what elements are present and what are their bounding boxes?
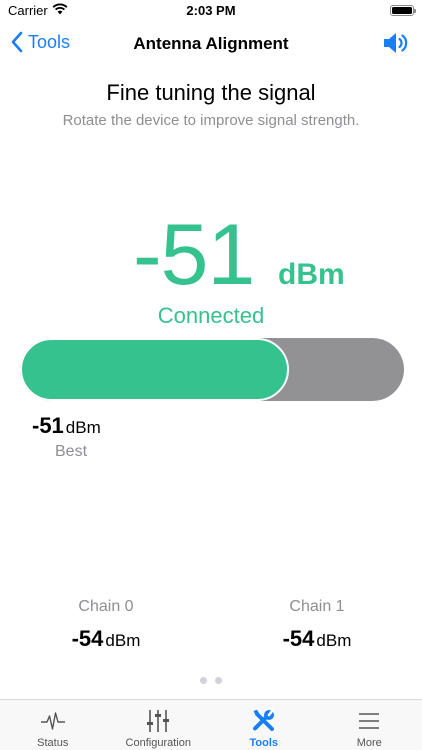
best-signal-value: -51 [32,413,64,438]
page-dot [215,677,222,684]
sliders-icon [147,710,170,732]
clock-time: 2:03 PM [186,3,236,18]
chain-1-reading: -54 dBm [237,626,397,652]
chain-1-label: Chain 1 [289,598,345,615]
chain-1: Chain 1 -54 dBm [237,598,397,652]
tab-more-label: More [356,737,382,749]
tab-tools[interactable]: Tools [211,700,317,750]
chain-0-reading: -54 dBm [26,626,186,652]
tab-configuration[interactable]: Configuration [106,700,212,750]
signal-strength-unit: dBm [278,258,345,291]
nav-title: Antenna Alignment [133,34,289,53]
chain-0-unit: dBm [105,631,141,650]
best-signal-label: Best [55,443,88,460]
best-signal: -51 dBm [32,413,101,439]
tab-more[interactable]: More [317,700,422,750]
signal-level-fill [20,338,289,401]
tab-tools-label: Tools [249,737,278,749]
tab-status-label: Status [37,737,69,749]
chain-0-label: Chain 0 [78,598,134,615]
signal-level-bar [20,338,404,401]
tab-status[interactable]: Status [0,700,106,750]
pulse-icon [40,712,65,730]
chain-1-value: -54 [282,626,315,651]
page-title: Fine tuning the signal [106,80,316,105]
navigation-bar: Tools Antenna Alignment [0,22,422,66]
speaker-icon[interactable] [382,30,410,56]
battery-icon [390,5,416,16]
tab-bar: Status Configuration Tools More [0,699,422,750]
chain-0-value: -54 [71,626,104,651]
status-bar: Carrier 2:03 PM [0,0,422,22]
menu-icon [359,713,380,729]
chain-0: Chain 0 -54 dBm [26,598,186,652]
signal-strength-value: -51 [133,207,255,303]
page-subtitle: Rotate the device to improve signal stre… [62,112,360,129]
tools-icon [252,709,274,731]
best-signal-unit: dBm [65,418,101,437]
page-indicator[interactable] [0,677,422,684]
page-dot [200,677,207,684]
tab-configuration-label: Configuration [125,737,191,749]
connection-status: Connected [157,303,265,328]
chain-1-unit: dBm [316,631,352,650]
